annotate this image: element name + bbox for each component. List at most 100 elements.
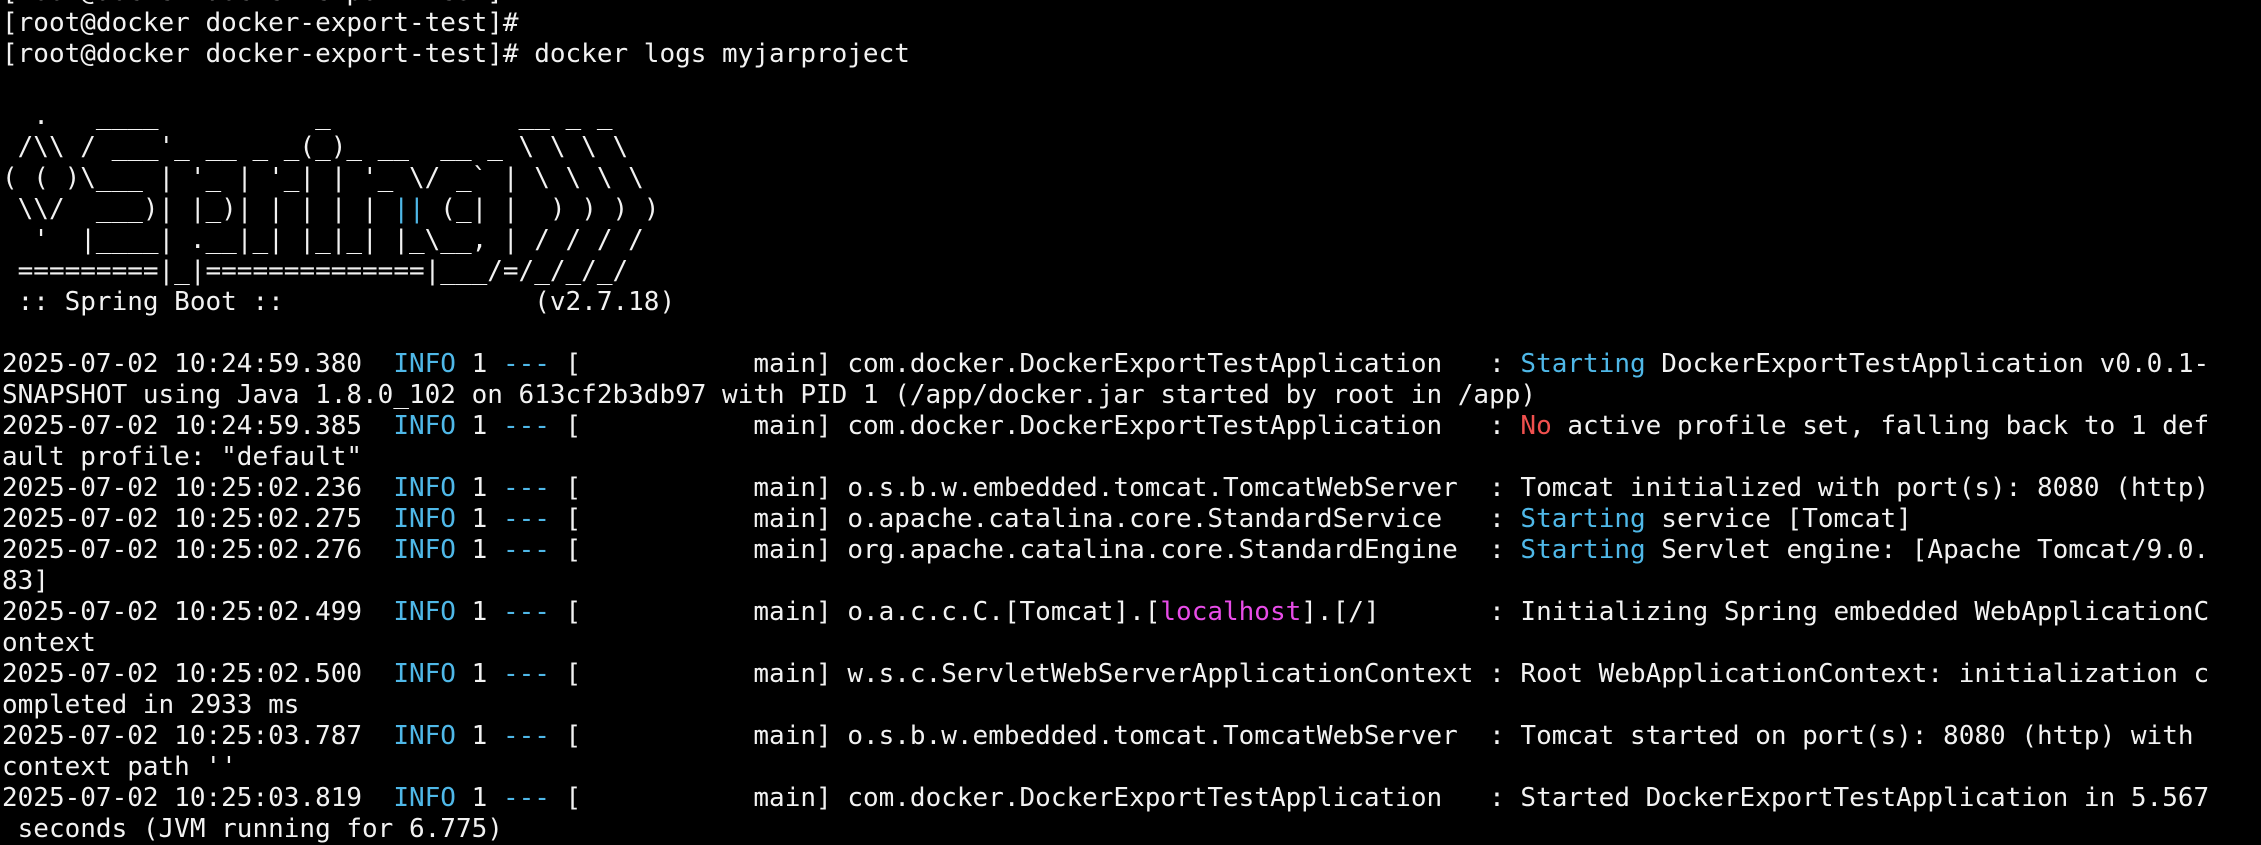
terminal-text-segment: (_| | ) ) ) ) xyxy=(424,194,660,224)
terminal-text-segment: 2025-07-02 10:25:02.275 xyxy=(2,504,394,534)
terminal-text-segment: || xyxy=(393,194,425,224)
terminal-line: seconds (JVM running for 6.775) xyxy=(2,814,2261,845)
terminal-text-segment: \\/ ___)| |_)| | | | | xyxy=(2,194,394,224)
terminal-text-segment: Starting xyxy=(1520,535,1646,565)
terminal-line: /\\ / ___'_ __ _ _(_)_ __ __ _ \ \ \ \ xyxy=(2,132,2261,163)
terminal-text-segment: ].[/] : Initializing Spring embedded Web… xyxy=(1301,597,2210,627)
terminal-text-segment: 1 xyxy=(455,597,503,627)
terminal-text-segment: 1 xyxy=(455,349,503,379)
terminal-text-segment: ompleted in 2933 ms xyxy=(2,690,300,720)
terminal-text-segment: [ main] o.a.c.c.C.[Tomcat].[ xyxy=(549,597,1161,627)
terminal-text-segment: --- xyxy=(502,535,550,565)
terminal-text-segment: service [Tomcat] xyxy=(1645,504,1912,534)
terminal-text-segment: /\\ / ___'_ __ _ _(_)_ __ __ _ \ \ \ \ xyxy=(2,132,629,162)
terminal-line: 2025-07-02 10:25:02.500 INFO 1 --- [ mai… xyxy=(2,659,2261,690)
terminal-text-segment: 1 xyxy=(455,411,503,441)
terminal-line: ' |____| .__|_| |_|_| |_\__, | / / / / xyxy=(2,225,2261,256)
terminal-text-segment: [ main] org.apache.catalina.core.Standar… xyxy=(549,535,1521,565)
terminal-text-segment: Servlet engine: [Apache Tomcat/9.0. xyxy=(1645,535,2210,565)
terminal-line: =========|_|==============|___/=/_/_/_/ xyxy=(2,256,2261,287)
terminal-text-segment: [ main] w.s.c.ServletWebServerApplicatio… xyxy=(549,659,2210,689)
terminal-line: ompleted in 2933 ms xyxy=(2,690,2261,721)
terminal-line: context path '' xyxy=(2,752,2261,783)
terminal-line: 2025-07-02 10:25:03.819 INFO 1 --- [ mai… xyxy=(2,783,2261,814)
terminal-text-segment: 1 xyxy=(455,473,503,503)
terminal-text-segment: =========|_|==============|___/=/_/_/_/ xyxy=(2,256,629,286)
terminal-line: 2025-07-02 10:24:59.385 INFO 1 --- [ mai… xyxy=(2,411,2261,442)
terminal-line: 2025-07-02 10:24:59.380 INFO 1 --- [ mai… xyxy=(2,349,2261,380)
terminal-text-segment: 2025-07-02 10:25:03.819 xyxy=(2,783,394,813)
terminal-line: . ____ _ __ _ _ xyxy=(2,101,2261,132)
terminal-text-segment: . ____ _ __ _ _ xyxy=(2,101,613,131)
terminal-text-segment: context path '' xyxy=(2,752,237,782)
terminal-text-segment: ( ( )\___ | '_ | '_| | '_ \/ _` | \ \ \ … xyxy=(2,163,644,193)
terminal-text-segment: DockerExportTestApplication v0.0.1- xyxy=(1645,349,2210,379)
terminal-text-segment: localhost xyxy=(1160,597,1302,627)
terminal-line: 2025-07-02 10:25:02.236 INFO 1 --- [ mai… xyxy=(2,473,2261,504)
terminal-text-segment: [ main] com.docker.DockerExportTestAppli… xyxy=(549,411,1521,441)
terminal-text-segment: INFO xyxy=(393,721,456,751)
terminal-text-segment: INFO xyxy=(393,597,456,627)
terminal-text-segment: --- xyxy=(502,783,550,813)
terminal-text-segment: active profile set, falling back to 1 de… xyxy=(1551,411,2210,441)
terminal-text-segment: --- xyxy=(502,721,550,751)
terminal-text-segment: INFO xyxy=(393,349,456,379)
terminal-text-segment: 1 xyxy=(455,783,503,813)
terminal-text-segment: INFO xyxy=(393,411,456,441)
terminal-line: [root@docker docker-export-test]# xyxy=(2,0,2261,8)
terminal-text-segment: --- xyxy=(502,504,550,534)
terminal-line: \\/ ___)| |_)| | | | | || (_| | ) ) ) ) xyxy=(2,194,2261,225)
terminal-line: 83] xyxy=(2,566,2261,597)
terminal-line: 2025-07-02 10:25:02.499 INFO 1 --- [ mai… xyxy=(2,597,2261,628)
terminal-text-segment: [root@docker docker-export-test]# xyxy=(2,0,519,7)
terminal-text-segment: 2025-07-02 10:24:59.380 xyxy=(2,349,394,379)
terminal-text-segment: --- xyxy=(502,597,550,627)
terminal-text-segment: INFO xyxy=(393,659,456,689)
terminal-text-segment: [ main] o.s.b.w.embedded.tomcat.TomcatWe… xyxy=(549,721,2210,751)
terminal-output[interactable]: [root@docker docker-export-test]# [root@d… xyxy=(2,0,2261,845)
terminal-text-segment: 1 xyxy=(455,535,503,565)
terminal-line: ault profile: "default" xyxy=(2,442,2261,473)
terminal-text-segment: 2025-07-02 10:25:03.787 xyxy=(2,721,394,751)
terminal-text-segment: 1 xyxy=(455,504,503,534)
terminal-text-segment: [ main] o.s.b.w.embedded.tomcat.TomcatWe… xyxy=(549,473,2210,503)
terminal-line: 2025-07-02 10:25:02.275 INFO 1 --- [ mai… xyxy=(2,504,2261,535)
terminal-text-segment: ' |____| .__|_| |_|_| |_\__, | / / / / xyxy=(2,225,644,255)
terminal-text-segment: [root@docker docker-export-test]# xyxy=(2,8,519,38)
terminal-line: ( ( )\___ | '_ | '_| | '_ \/ _` | \ \ \ … xyxy=(2,163,2261,194)
terminal-text-segment: --- xyxy=(502,659,550,689)
terminal-text-segment: [root@docker docker-export-test]# docker… xyxy=(2,39,910,69)
terminal-text-segment: 1 xyxy=(455,659,503,689)
terminal-line: 2025-07-02 10:25:02.276 INFO 1 --- [ mai… xyxy=(2,535,2261,566)
terminal-text-segment: :: Spring Boot :: (v2.7.18) xyxy=(2,287,676,317)
terminal-text-segment: SNAPSHOT using Java 1.8.0_102 on 613cf2b… xyxy=(2,380,1537,410)
terminal-text-segment: [ main] o.apache.catalina.core.StandardS… xyxy=(549,504,1521,534)
terminal-text-segment: 83] xyxy=(2,566,49,596)
terminal-text-segment: INFO xyxy=(393,504,456,534)
terminal-text-segment: Starting xyxy=(1520,349,1646,379)
terminal-text-segment: --- xyxy=(502,473,550,503)
terminal-text-segment: 2025-07-02 10:25:02.276 xyxy=(2,535,394,565)
terminal-line: 2025-07-02 10:25:03.787 INFO 1 --- [ mai… xyxy=(2,721,2261,752)
terminal-text-segment: No xyxy=(1520,411,1552,441)
terminal-text-segment: 2025-07-02 10:25:02.499 xyxy=(2,597,394,627)
terminal-text-segment: 2025-07-02 10:25:02.500 xyxy=(2,659,394,689)
terminal-text-segment: [ main] com.docker.DockerExportTestAppli… xyxy=(549,783,2210,813)
terminal-text-segment: seconds (JVM running for 6.775) xyxy=(2,814,503,844)
terminal-text-segment: INFO xyxy=(393,473,456,503)
terminal-line: ontext xyxy=(2,628,2261,659)
terminal-line: [root@docker docker-export-test]# docker… xyxy=(2,39,2261,70)
terminal-text-segment: --- xyxy=(502,349,550,379)
terminal-text-segment: [ main] com.docker.DockerExportTestAppli… xyxy=(549,349,1521,379)
terminal-text-segment: 2025-07-02 10:24:59.385 xyxy=(2,411,394,441)
terminal-text-segment: Starting xyxy=(1520,504,1646,534)
terminal-text-segment: ault profile: "default" xyxy=(2,442,363,472)
terminal-text-segment: 2025-07-02 10:25:02.236 xyxy=(2,473,394,503)
terminal-text-segment: 1 xyxy=(455,721,503,751)
terminal-text-segment: --- xyxy=(502,411,550,441)
terminal-text-segment: ontext xyxy=(2,628,96,658)
terminal-line: :: Spring Boot :: (v2.7.18) xyxy=(2,287,2261,318)
terminal-text-segment: INFO xyxy=(393,535,456,565)
